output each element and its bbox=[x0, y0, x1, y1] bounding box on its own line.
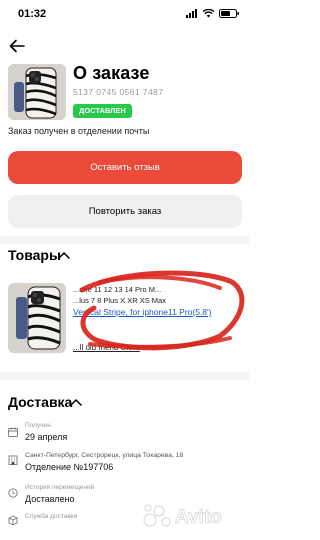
chevron-up-icon[interactable] bbox=[70, 398, 82, 406]
status-time: 01:32 bbox=[18, 8, 47, 20]
battery-icon bbox=[219, 9, 239, 18]
zebra-case-image bbox=[8, 283, 66, 353]
order-number: 5137 0745 0561 7487 bbox=[73, 87, 164, 97]
delivery-address: Санкт-Петербург, Сестрорецк, улица Токар… bbox=[25, 452, 184, 459]
delivery-address-row: Санкт-Петербург, Сестрорецк, улица Токар… bbox=[8, 452, 242, 474]
product-variant-link[interactable]: Vertical Stripe, for iphone11 Pro(5.8') bbox=[73, 307, 211, 317]
back-arrow-icon[interactable] bbox=[8, 37, 26, 55]
chevron-up-icon[interactable] bbox=[58, 251, 70, 259]
status-badge: ДОСТАВЛЕН bbox=[73, 104, 132, 118]
history-status: Доставлено bbox=[25, 494, 75, 504]
box-icon bbox=[8, 515, 18, 525]
product-image[interactable] bbox=[8, 283, 66, 353]
section-divider bbox=[0, 236, 249, 244]
zebra-case-image bbox=[8, 64, 66, 120]
products-section-title[interactable]: Товары bbox=[8, 247, 61, 263]
service-label: Служба доставки bbox=[25, 513, 78, 520]
product-title-line: ...one 11 12 13 14 Pro M... bbox=[73, 285, 162, 294]
avito-watermark: Avito bbox=[143, 504, 222, 528]
repeat-order-button[interactable]: Повторить заказ bbox=[8, 195, 242, 228]
signal-icon bbox=[186, 9, 197, 18]
building-icon bbox=[8, 455, 18, 465]
wifi-icon bbox=[203, 9, 214, 18]
status-bar: 01:32 bbox=[0, 0, 249, 30]
order-status-description: Заказ получен в отделении почты bbox=[8, 126, 150, 136]
leave-review-button[interactable]: Оставить отзыв bbox=[8, 151, 242, 184]
status-icons bbox=[186, 9, 239, 18]
received-date: 29 апреля bbox=[25, 432, 68, 442]
delivery-section-title[interactable]: Доставка bbox=[8, 394, 72, 410]
history-label: История перемещений bbox=[25, 484, 95, 491]
product-title-line: ...lus 7 8 Plus X XR XS Max bbox=[73, 296, 166, 305]
received-label: Получен bbox=[25, 422, 51, 429]
page-title: О заказе bbox=[73, 63, 150, 83]
avito-watermark-text: Avito bbox=[175, 507, 222, 528]
post-office-number: Отделение №197706 bbox=[25, 462, 114, 472]
history-icon bbox=[8, 488, 18, 498]
order-product-image[interactable] bbox=[8, 64, 66, 120]
delivery-received-row: Получен 29 апреля bbox=[8, 422, 242, 444]
section-divider bbox=[0, 372, 249, 380]
store-link[interactable]: ...ll old friend Store bbox=[73, 343, 140, 352]
calendar-icon bbox=[8, 427, 18, 437]
